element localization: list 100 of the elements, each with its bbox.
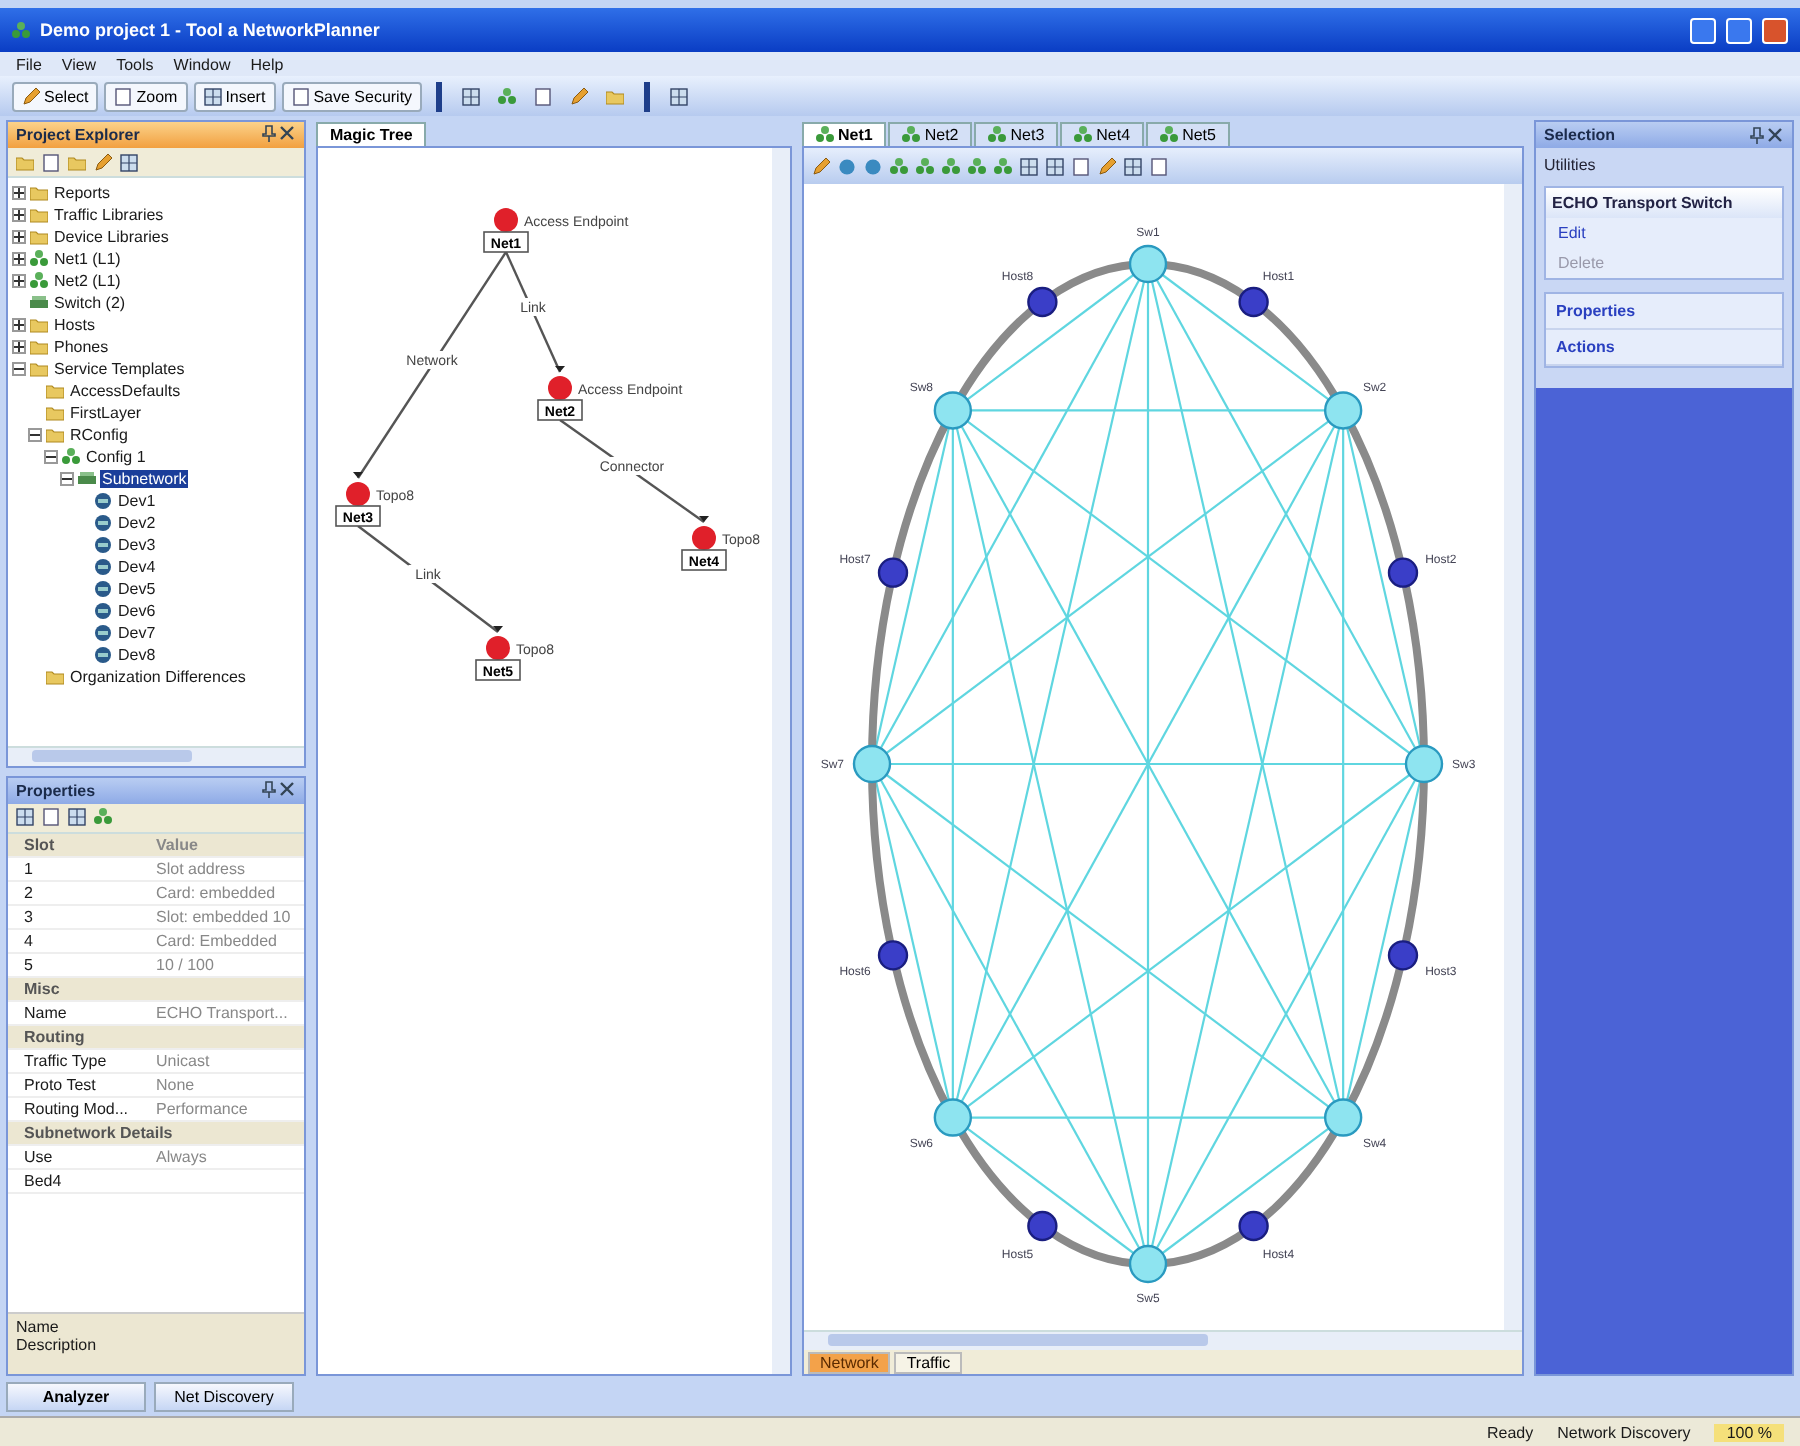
scrollbar[interactable] (804, 1330, 1522, 1350)
property-value[interactable]: Card: Embedded (156, 931, 304, 950)
scrollbar[interactable] (8, 745, 304, 766)
expand-toggle[interactable] (28, 428, 42, 442)
property-value[interactable]: Slot: embedded 10 (156, 907, 304, 926)
view-tab[interactable]: Traffic (894, 1351, 963, 1373)
tree-item[interactable]: Config 1 (84, 448, 148, 466)
document-tab[interactable]: Net3 (974, 122, 1059, 146)
grid-icon[interactable] (1046, 157, 1064, 175)
grid-icon[interactable] (16, 808, 34, 827)
scrollbar[interactable] (1504, 184, 1522, 1330)
grid-icon[interactable] (1124, 157, 1142, 175)
menu-item[interactable]: File (16, 55, 42, 73)
tree-item[interactable]: Dev2 (116, 514, 158, 532)
network-icon[interactable] (968, 157, 986, 175)
tree-item[interactable]: Hosts (52, 316, 97, 334)
close-button[interactable] (1762, 17, 1788, 43)
tree-item[interactable]: Dev6 (116, 602, 158, 620)
grid-icon[interactable] (120, 153, 138, 171)
pin-icon[interactable] (260, 124, 278, 142)
property-value[interactable]: None (156, 1075, 304, 1094)
section-header[interactable]: Properties (1546, 294, 1782, 330)
property-value[interactable]: Slot address (156, 859, 304, 878)
tree-item[interactable]: FirstLayer (68, 404, 144, 422)
maximize-button[interactable] (1726, 17, 1752, 43)
tree-item[interactable]: Dev7 (116, 624, 158, 642)
pencil-icon[interactable] (812, 157, 830, 175)
tree-item[interactable]: Net1 (L1) (52, 250, 123, 268)
pencil-icon[interactable] (94, 153, 112, 171)
node-icon[interactable] (838, 157, 856, 175)
network-icon[interactable] (942, 157, 960, 175)
property-value[interactable]: 10 / 100 (156, 955, 304, 974)
grid-icon[interactable] (68, 808, 86, 827)
document-tab[interactable]: Net2 (888, 122, 973, 146)
menu-item[interactable]: Tools (116, 55, 154, 73)
expand-toggle[interactable] (60, 472, 74, 486)
document-tab[interactable]: Net1 (802, 122, 887, 146)
toolbar-button[interactable]: Insert (193, 81, 276, 111)
close-icon[interactable] (278, 124, 296, 142)
bottom-tab[interactable]: Analyzer (6, 1381, 146, 1411)
tree-item[interactable]: Device Libraries (52, 228, 171, 246)
grid-icon[interactable] (462, 87, 481, 105)
tree-item[interactable]: Subnetwork (100, 470, 189, 488)
pencil-icon[interactable] (570, 87, 589, 105)
tree-item[interactable]: Dev4 (116, 558, 158, 576)
close-icon[interactable] (1766, 126, 1784, 144)
document-tab[interactable]: Magic Tree (316, 122, 427, 146)
pencil-icon[interactable] (1098, 157, 1116, 175)
tree-item[interactable]: Dev5 (116, 580, 158, 598)
pin-icon[interactable] (260, 779, 278, 798)
page-icon[interactable] (1072, 157, 1090, 175)
bottom-tab[interactable]: Net Discovery (154, 1381, 294, 1411)
tree-item[interactable]: Net2 (L1) (52, 272, 123, 290)
expand-toggle[interactable] (12, 362, 26, 376)
toolbar-button[interactable]: Select (12, 81, 99, 111)
tree-item[interactable]: RConfig (68, 426, 130, 444)
property-value[interactable]: Always (156, 1147, 304, 1166)
network-icon[interactable] (94, 808, 112, 827)
view-tab[interactable]: Network (808, 1351, 891, 1373)
toolbar-button[interactable]: Zoom (104, 81, 188, 111)
network-icon[interactable] (890, 157, 908, 175)
tree-item[interactable]: Switch (2) (52, 294, 128, 312)
expand-toggle[interactable] (12, 274, 26, 288)
tree-item[interactable]: Traffic Libraries (52, 206, 166, 224)
expand-toggle[interactable] (12, 340, 26, 354)
tree-item[interactable]: Reports (52, 184, 113, 202)
expand-toggle[interactable] (44, 450, 58, 464)
page-icon[interactable] (42, 808, 60, 827)
property-value[interactable]: ECHO Transport... (156, 1003, 304, 1022)
tree-item[interactable]: Dev1 (116, 492, 158, 510)
close-icon[interactable] (278, 779, 296, 798)
expand-toggle[interactable] (12, 230, 26, 244)
document-tab[interactable]: Net5 (1146, 122, 1230, 146)
toolbar-button[interactable]: Save Security (281, 81, 423, 111)
network-icon[interactable] (498, 87, 517, 105)
document-tab[interactable]: Net4 (1060, 122, 1145, 146)
property-value[interactable]: Unicast (156, 1051, 304, 1070)
node-icon[interactable] (864, 157, 882, 175)
action-link[interactable]: Edit (1546, 218, 1782, 248)
tree-item[interactable]: AccessDefaults (68, 382, 183, 400)
section-header[interactable]: Actions (1546, 330, 1782, 366)
menu-item[interactable]: Window (173, 55, 231, 73)
expand-toggle[interactable] (12, 318, 26, 332)
network-icon[interactable] (994, 157, 1012, 175)
menu-item[interactable]: View (61, 55, 97, 73)
pin-icon[interactable] (1748, 126, 1766, 144)
grid-icon[interactable] (670, 87, 689, 105)
property-value[interactable]: Performance (156, 1099, 304, 1118)
tree-item[interactable]: Organization Differences (68, 668, 248, 686)
property-category[interactable]: Slot (24, 835, 156, 854)
property-value[interactable]: Card: embedded (156, 883, 304, 902)
expand-toggle[interactable] (12, 252, 26, 266)
page-icon[interactable] (42, 153, 60, 171)
minimize-button[interactable] (1690, 17, 1716, 43)
page-icon[interactable] (1150, 157, 1168, 175)
utilities-dropdown[interactable]: Utilities (1544, 156, 1784, 174)
tree-item[interactable]: Dev8 (116, 646, 158, 664)
page-icon[interactable] (534, 87, 553, 105)
scrollbar[interactable] (772, 148, 790, 1374)
menu-item[interactable]: Help (250, 55, 284, 73)
